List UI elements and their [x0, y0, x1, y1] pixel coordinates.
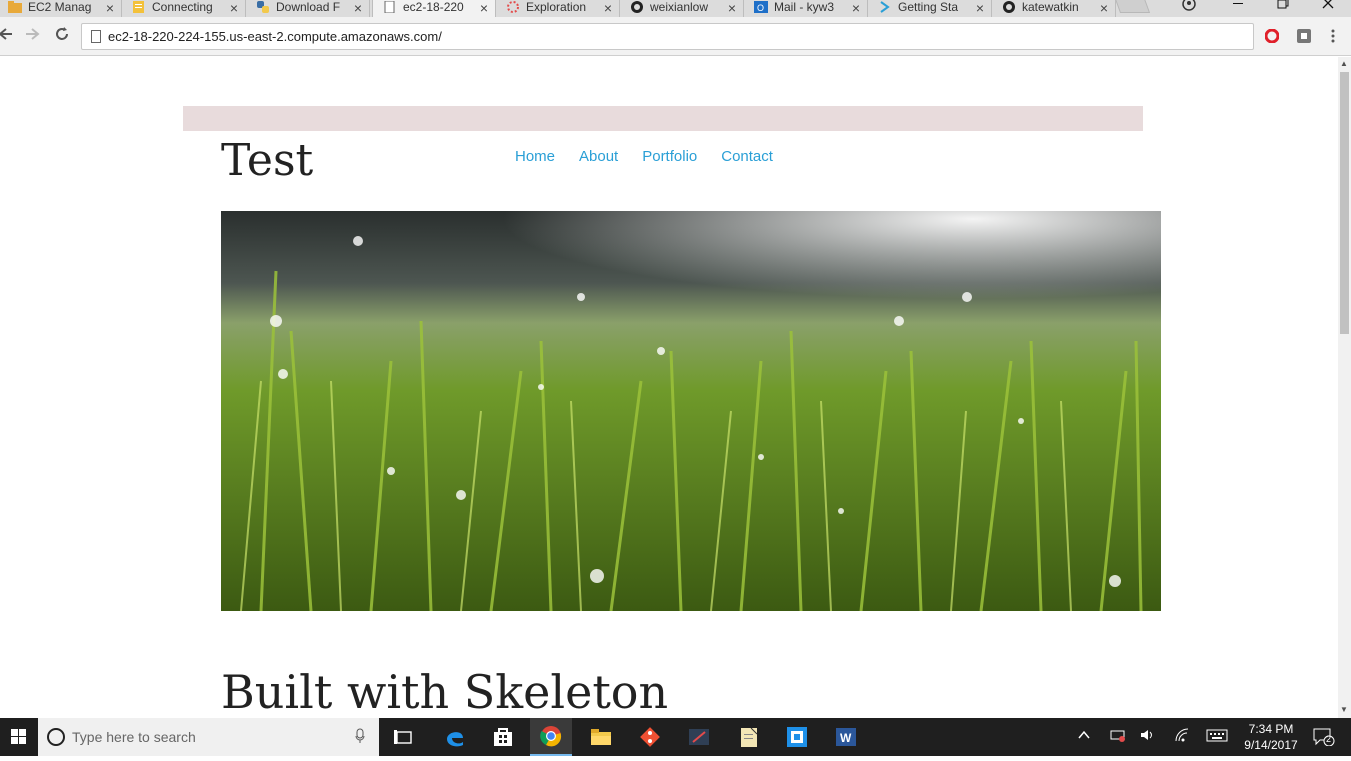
app-icon[interactable]	[776, 718, 818, 756]
tab-mail[interactable]: O Mail - kyw3 ×	[744, 0, 868, 17]
back-icon[interactable]	[0, 26, 12, 46]
close-icon[interactable]: ×	[728, 0, 736, 16]
close-icon[interactable]: ×	[604, 0, 612, 16]
file-explorer-icon[interactable]	[580, 718, 622, 756]
close-icon[interactable]: ×	[976, 0, 984, 16]
windows-taskbar: Type here to search W 7:34 PM 9/14/2017 …	[0, 718, 1351, 756]
close-icon[interactable]: ×	[106, 0, 114, 16]
header-banner	[183, 106, 1143, 131]
taskbar-search[interactable]: Type here to search	[38, 718, 379, 756]
site-title: Test	[221, 135, 314, 186]
github-icon	[630, 0, 644, 13]
svg-text:O: O	[757, 3, 764, 13]
close-icon[interactable]: ×	[480, 0, 488, 16]
page-icon	[383, 0, 397, 13]
clock-date: 9/14/2017	[1244, 738, 1298, 752]
tab-exploration[interactable]: Exploration ×	[496, 0, 620, 17]
notifications-icon[interactable]: 2	[1313, 728, 1335, 749]
tab-ec2-site[interactable]: ec2-18-220 ×	[372, 0, 496, 17]
notification-count: 2	[1326, 734, 1332, 744]
loading-icon	[506, 0, 520, 13]
nav-link-home[interactable]: Home	[515, 148, 555, 165]
browser-toolbar: ec2-18-220-224-155.us-east-2.compute.ama…	[0, 17, 1351, 56]
close-icon[interactable]: ×	[354, 0, 362, 16]
hero-image	[221, 211, 1161, 611]
profile-icon[interactable]	[1182, 0, 1196, 14]
chevron-up-icon[interactable]	[1077, 728, 1091, 745]
wifi-icon[interactable]	[1174, 728, 1190, 745]
scroll-down-icon[interactable]: ▼	[1340, 705, 1348, 714]
minimize-icon[interactable]	[1232, 0, 1244, 14]
tab-label: Exploration	[526, 0, 587, 14]
tab-label: Connecting	[152, 0, 213, 14]
volume-icon[interactable]	[1140, 728, 1156, 745]
notepad-icon[interactable]	[728, 718, 770, 756]
outlook-icon: O	[754, 0, 768, 13]
menu-icon[interactable]	[1330, 29, 1344, 43]
power-battery-icon[interactable]	[1110, 728, 1126, 745]
reload-icon[interactable]	[54, 26, 70, 46]
tab-label: katewatkin	[1022, 0, 1079, 14]
address-bar[interactable]: ec2-18-220-224-155.us-east-2.compute.ama…	[81, 23, 1254, 50]
microphone-icon[interactable]	[355, 728, 365, 747]
tab-ec2-management[interactable]: EC2 Manag ×	[0, 0, 122, 17]
tab-getting-started[interactable]: Getting Sta ×	[868, 0, 992, 17]
scrollbar-thumb[interactable]	[1340, 72, 1349, 334]
tab-label: EC2 Manag	[28, 0, 92, 14]
tab-download[interactable]: Download F ×	[246, 0, 370, 17]
tab-label: Mail - kyw3	[774, 0, 835, 14]
tab-strip: EC2 Manag × Connecting × Download F × ec…	[0, 0, 1351, 17]
python-icon	[256, 0, 270, 13]
page-viewport: Test Home About Portfolio Contact Built …	[0, 57, 1338, 718]
git-icon[interactable]	[629, 718, 671, 756]
chrome-taskbar-icon[interactable]	[530, 718, 572, 756]
tab-connecting[interactable]: Connecting ×	[122, 0, 246, 17]
new-tab-button[interactable]	[1113, 0, 1151, 13]
keyboard-icon[interactable]	[1206, 728, 1228, 745]
close-icon[interactable]: ×	[852, 0, 860, 16]
tab-label: weixianlow	[650, 0, 709, 14]
close-icon[interactable]: ×	[230, 0, 238, 16]
snipping-tool-icon[interactable]	[678, 718, 720, 756]
word-icon[interactable]: W	[825, 718, 867, 756]
page-scrollbar[interactable]: ▲ ▼	[1338, 57, 1351, 718]
nav-link-portfolio[interactable]: Portfolio	[642, 148, 697, 165]
search-placeholder: Type here to search	[72, 729, 196, 745]
tab-weixianlow[interactable]: weixianlow ×	[620, 0, 744, 17]
tab-label: ec2-18-220	[403, 0, 464, 14]
nav-link-about[interactable]: About	[579, 148, 618, 165]
site-nav: Home About Portfolio Contact	[515, 148, 797, 165]
tab-label: Download F	[276, 0, 341, 14]
document-icon	[132, 0, 146, 13]
forward-icon[interactable]	[26, 26, 40, 46]
store-icon[interactable]	[482, 718, 524, 756]
nav-link-contact[interactable]: Contact	[721, 148, 773, 165]
url-text: ec2-18-220-224-155.us-east-2.compute.ama…	[108, 29, 442, 44]
svg-text:W: W	[840, 731, 852, 745]
window-close-icon[interactable]	[1322, 0, 1334, 14]
extension-icon[interactable]	[1297, 29, 1311, 43]
arrow-icon	[878, 0, 892, 13]
page-heading: Built with Skeleton	[221, 665, 669, 718]
edge-icon[interactable]	[434, 718, 476, 756]
scroll-up-icon[interactable]: ▲	[1340, 59, 1348, 68]
close-icon[interactable]: ×	[1100, 0, 1108, 16]
github-icon	[1002, 0, 1016, 13]
tab-label: Getting Sta	[898, 0, 959, 14]
restore-icon[interactable]	[1277, 0, 1289, 14]
folder-icon	[8, 0, 22, 13]
start-button[interactable]	[0, 718, 38, 756]
clock-time: 7:34 PM	[1248, 722, 1294, 736]
cortana-icon	[47, 728, 65, 746]
page-info-icon[interactable]	[91, 30, 101, 43]
opera-icon[interactable]	[1264, 28, 1280, 44]
tab-katewatkin[interactable]: katewatkin ×	[992, 0, 1116, 17]
system-clock[interactable]: 7:34 PM 9/14/2017	[1236, 721, 1306, 753]
task-view-icon[interactable]	[383, 718, 425, 756]
